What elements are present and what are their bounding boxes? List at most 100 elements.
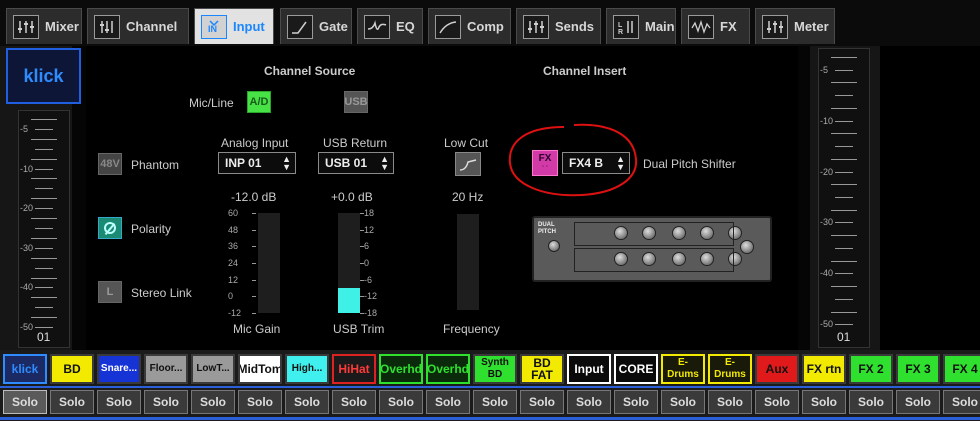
meter-tick — [835, 197, 853, 198]
tab-input[interactable]: IN Input — [194, 8, 274, 44]
solo-button[interactable]: Solo — [144, 390, 188, 414]
channel-name-tile[interactable]: Overhd — [379, 354, 423, 384]
meter-tick — [31, 158, 57, 160]
polarity-button[interactable] — [98, 217, 122, 239]
solo-button[interactable]: Solo — [567, 390, 611, 414]
solo-button[interactable]: Solo — [332, 390, 376, 414]
tab-meter[interactable]: Meter — [755, 8, 835, 44]
solo-button[interactable]: Solo — [379, 390, 423, 414]
fader-scale-label: 12 — [364, 224, 375, 235]
low-cut-button[interactable] — [455, 152, 481, 176]
channel-name-tile[interactable]: HiHat — [332, 354, 376, 384]
channel-name-button[interactable]: klick — [6, 48, 81, 104]
usb-source-button[interactable]: USB — [344, 91, 368, 113]
tab-gate[interactable]: Gate — [280, 8, 352, 44]
solo-button[interactable]: Solo — [50, 390, 94, 414]
meter-tick — [831, 57, 857, 58]
solo-button[interactable]: Solo — [426, 390, 470, 414]
fader-track — [258, 213, 280, 313]
plugin-left-knob[interactable] — [548, 240, 560, 252]
mic-gain-slider[interactable]: 60 48 36 24 12 0 -12 — [228, 208, 294, 318]
dual-pitch-plugin-panel[interactable]: DUAL PITCH — [532, 216, 772, 282]
analog-input-select[interactable]: INP 01 ▲ ▼ — [218, 152, 296, 174]
solo-button[interactable]: Solo — [97, 390, 141, 414]
low-cut-label: Low Cut — [444, 136, 489, 150]
channel-name-tile[interactable]: MidTom — [238, 354, 282, 384]
channel-name-tile[interactable]: E-Drums — [661, 354, 705, 384]
stereo-link-label: Stereo Link — [131, 286, 192, 300]
tab-sends[interactable]: Sends — [516, 8, 601, 44]
solo-button[interactable]: Solo — [191, 390, 235, 414]
channel-name-tile[interactable]: FX rtn — [802, 354, 846, 384]
ad-button[interactable]: A/D — [247, 91, 271, 113]
meter-icon — [762, 14, 788, 39]
channel-name-tile[interactable]: High... — [285, 354, 329, 384]
solo-button[interactable]: Solo — [614, 390, 658, 414]
solo-button[interactable]: Solo — [802, 390, 846, 414]
channel-name-tile[interactable]: Floor... — [144, 354, 188, 384]
meter-scale-label: -50 — [20, 322, 34, 333]
channel-name-tile[interactable]: klick — [3, 354, 47, 384]
meter-tick — [835, 247, 853, 249]
channel-name-tile[interactable]: Snare... — [97, 354, 141, 384]
solo-button[interactable]: Solo — [520, 390, 564, 414]
tab-comp[interactable]: Comp — [428, 8, 511, 44]
tab-main[interactable]: L R Main — [606, 8, 676, 44]
channel-name-tile[interactable]: FX 4 — [943, 354, 980, 384]
channel-name-tile[interactable]: CORE — [614, 354, 658, 384]
channel-name-tile[interactable]: BD — [50, 354, 94, 384]
channel-name-tile[interactable]: E-Drums — [708, 354, 752, 384]
tab-label: Meter — [794, 19, 829, 34]
fader-scale-label: 6 — [364, 241, 370, 252]
fader-scale-tick — [252, 296, 256, 298]
solo-button[interactable]: Solo — [473, 390, 517, 414]
channel-name-tile[interactable]: FX 2 — [849, 354, 893, 384]
solo-button[interactable]: Solo — [849, 390, 893, 414]
channel-name-tile[interactable]: Synth BD — [473, 354, 517, 384]
solo-button[interactable]: Solo — [285, 390, 329, 414]
usb-trim-slider[interactable]: 18 12 6 0 -6 -12 -18 — [334, 208, 394, 318]
tab-fx[interactable]: FX — [681, 8, 750, 44]
meter-tick — [31, 297, 57, 299]
fader-fill — [338, 288, 360, 313]
right-level-meter: -5 -10 -20 -30 -40 -50 — [818, 48, 870, 348]
plugin-title: DUAL PITCH — [538, 222, 556, 235]
channel-name-tile[interactable]: BD FAT — [520, 354, 564, 384]
tab-mixer[interactable]: Mixer — [6, 8, 82, 44]
plugin-mix-knob[interactable] — [740, 240, 754, 254]
channel-name-tile[interactable]: Overhd — [426, 354, 470, 384]
solo-button[interactable]: Solo — [896, 390, 940, 414]
meter-tick — [31, 119, 57, 120]
solo-button[interactable]: Solo — [238, 390, 282, 414]
low-cut-frequency-slider[interactable] — [457, 214, 479, 310]
tab-channel[interactable]: Channel — [87, 8, 189, 44]
tab-label: Mixer — [45, 19, 79, 34]
channel-name-tile[interactable]: LowT... — [191, 354, 235, 384]
channel-name-tile[interactable]: Aux — [755, 354, 799, 384]
channel-name-tile[interactable]: FX 3 — [896, 354, 940, 384]
solo-button[interactable]: Solo — [708, 390, 752, 414]
phantom-label: Phantom — [131, 158, 180, 172]
comp-icon — [435, 14, 461, 39]
tab-eq[interactable]: EQ — [357, 8, 423, 44]
meter-tick — [835, 298, 853, 300]
channel-name-tile[interactable]: Input — [567, 354, 611, 384]
usb-return-select[interactable]: USB 01 ▲ ▼ — [318, 152, 394, 174]
meter-tick — [835, 273, 853, 275]
usb-trim-label: USB Trim — [333, 322, 385, 336]
meter-tick — [35, 287, 53, 289]
phantom-48v-button[interactable]: 48V — [98, 153, 122, 175]
solo-button[interactable]: Solo — [755, 390, 799, 414]
meter-tick — [35, 247, 53, 249]
meter-tick — [835, 120, 853, 122]
stereo-link-button[interactable]: L — [98, 281, 122, 303]
mic-line-label: Mic/Line — [189, 96, 234, 110]
solo-button[interactable]: Solo — [3, 390, 47, 414]
annotation-circle — [508, 123, 638, 197]
solo-button[interactable]: Solo — [661, 390, 705, 414]
meter-tick — [31, 237, 57, 239]
meter-tick — [31, 257, 57, 259]
channel-icon — [94, 14, 120, 39]
fader-scale-tick — [360, 313, 364, 314]
solo-button[interactable]: Solo — [943, 390, 980, 414]
